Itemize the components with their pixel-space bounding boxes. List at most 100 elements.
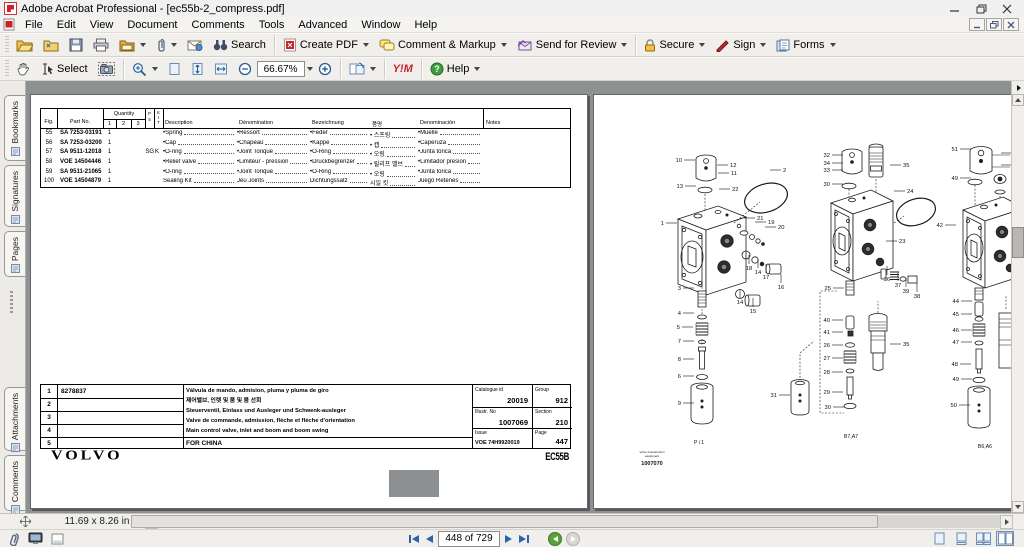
page-number-input[interactable]: [438, 531, 500, 547]
menu-comments[interactable]: Comments: [185, 18, 252, 32]
restore-button[interactable]: [968, 1, 994, 16]
sidebar-tab-comments[interactable]: Comments: [4, 455, 25, 511]
last-page-button[interactable]: [518, 534, 530, 544]
save-button[interactable]: [64, 35, 88, 55]
scroll-down-button[interactable]: [1012, 501, 1024, 513]
sidebar-tab-bookmarks[interactable]: Bookmarks: [4, 95, 25, 161]
single-page-view-button[interactable]: [930, 531, 948, 546]
cell-fig: 100: [41, 178, 57, 184]
header-kit: K I T: [154, 110, 163, 125]
callout-number: 26: [824, 343, 830, 349]
page-layout-status-icon[interactable]: [51, 533, 64, 545]
continuous-view-button[interactable]: [952, 531, 970, 546]
menu-window[interactable]: Window: [354, 18, 407, 32]
previous-page-button[interactable]: [424, 534, 434, 544]
sign-button[interactable]: Sign: [710, 36, 771, 55]
vertical-scrollbar[interactable]: [1011, 81, 1024, 513]
menu-tools[interactable]: Tools: [252, 18, 292, 32]
open-recent-button[interactable]: [38, 36, 64, 55]
menu-file[interactable]: File: [18, 18, 50, 32]
attachments-status-icon[interactable]: [8, 532, 20, 546]
previous-view-button[interactable]: [548, 532, 562, 546]
dropdown-arrow-icon: [370, 67, 376, 71]
organizer-button[interactable]: [114, 36, 151, 55]
zoom-dropdown-arrow-icon[interactable]: [307, 67, 313, 71]
header-q2: 2: [116, 121, 131, 127]
page-navigation: [408, 531, 580, 547]
toolbar-grip[interactable]: [5, 60, 9, 78]
sidebar-tab-signatures[interactable]: Signatures: [4, 165, 25, 227]
cell-de: •Druckbegrenzer: [310, 159, 368, 165]
doc-close-button[interactable]: [1003, 18, 1019, 31]
page-value: 447: [535, 437, 568, 446]
menu-edit[interactable]: Edit: [50, 18, 83, 32]
sidebar-tab-pages[interactable]: Pages: [4, 231, 25, 277]
select-tool-button[interactable]: Select: [35, 59, 93, 79]
cell-text: •Joint Torique: [237, 149, 273, 155]
callout-number: 4: [678, 311, 682, 317]
search-button[interactable]: Search: [208, 36, 271, 54]
hide-panel-arrow-icon[interactable]: [1014, 83, 1023, 92]
zoom-in-tool-button[interactable]: [127, 59, 163, 80]
menu-view[interactable]: View: [83, 18, 121, 32]
close-button[interactable]: [994, 1, 1020, 16]
callout-number: 13: [677, 184, 683, 190]
vertical-scroll-thumb[interactable]: [1012, 227, 1024, 258]
next-view-button[interactable]: [566, 532, 580, 546]
cell-text: •Druckbegrenzer: [310, 159, 355, 165]
forms-button[interactable]: Forms: [771, 36, 840, 55]
separator: [274, 35, 275, 55]
cell-q1: 1: [103, 149, 116, 155]
fit-width-button[interactable]: [209, 59, 233, 79]
signatures-panel-icon: [11, 215, 20, 227]
cell-text: • 오링: [370, 169, 385, 178]
hand-tool-button[interactable]: [11, 59, 35, 80]
actual-size-button[interactable]: [163, 59, 186, 79]
pan-resize-icon[interactable]: [20, 516, 31, 527]
scroll-right-button[interactable]: [1000, 515, 1013, 529]
email-button[interactable]: [182, 36, 208, 54]
toolbar-grip[interactable]: [5, 36, 9, 54]
doc-restore-button[interactable]: [986, 18, 1002, 31]
menu-advanced[interactable]: Advanced: [291, 18, 354, 32]
snapshot-button[interactable]: [93, 59, 120, 79]
page-display-button[interactable]: [344, 59, 381, 79]
horizontal-scroll-thumb[interactable]: [131, 515, 878, 528]
zoom-out-button[interactable]: [233, 59, 257, 79]
doc-minimize-button[interactable]: [969, 18, 985, 31]
open-button[interactable]: [11, 35, 38, 55]
horizontal-scroll-track[interactable]: [878, 515, 1000, 528]
continuous-facing-view-button[interactable]: [974, 531, 992, 546]
send-for-review-button[interactable]: Send for Review: [512, 36, 633, 54]
zoom-in-button[interactable]: [313, 59, 337, 79]
minimize-button[interactable]: [942, 1, 968, 16]
scroll-up-button[interactable]: [1012, 94, 1024, 106]
print-button[interactable]: [88, 35, 114, 55]
menu-document[interactable]: Document: [120, 18, 184, 32]
yahoo-toolbar-button[interactable]: Y!M: [388, 60, 418, 78]
fit-width-icon: [214, 62, 228, 76]
next-page-button[interactable]: [504, 534, 514, 544]
comment-markup-button[interactable]: Comment & Markup: [374, 36, 512, 55]
help-label: Help: [447, 63, 470, 75]
menu-help[interactable]: Help: [407, 18, 444, 32]
sidebar-tab-attachments[interactable]: Attachments: [4, 387, 25, 451]
secure-button[interactable]: Secure: [639, 36, 710, 55]
group-value: 912: [535, 396, 568, 405]
monitor-icon[interactable]: [28, 532, 43, 545]
zoom-level-input[interactable]: [257, 61, 305, 77]
attach-button[interactable]: [151, 35, 182, 55]
page-display-icon: [349, 62, 365, 76]
header-fig: Fig.: [41, 119, 57, 125]
document-canvas[interactable]: Fig. Part No. Quantity 1 2 3 P S K I T D…: [26, 81, 1011, 513]
panel-splitter-handle[interactable]: [10, 291, 13, 313]
callout-number: 42: [937, 223, 943, 229]
help-button[interactable]: ?Help: [425, 59, 486, 79]
header-quantity: Quantity: [103, 111, 145, 117]
facing-view-button[interactable]: [996, 531, 1014, 546]
first-page-button[interactable]: [408, 534, 420, 544]
create-pdf-button[interactable]: Create PDF: [278, 35, 374, 55]
fit-page-button[interactable]: [186, 59, 209, 79]
header-q1: 1: [103, 121, 116, 127]
cell-text: •Junta torica: [418, 149, 451, 155]
